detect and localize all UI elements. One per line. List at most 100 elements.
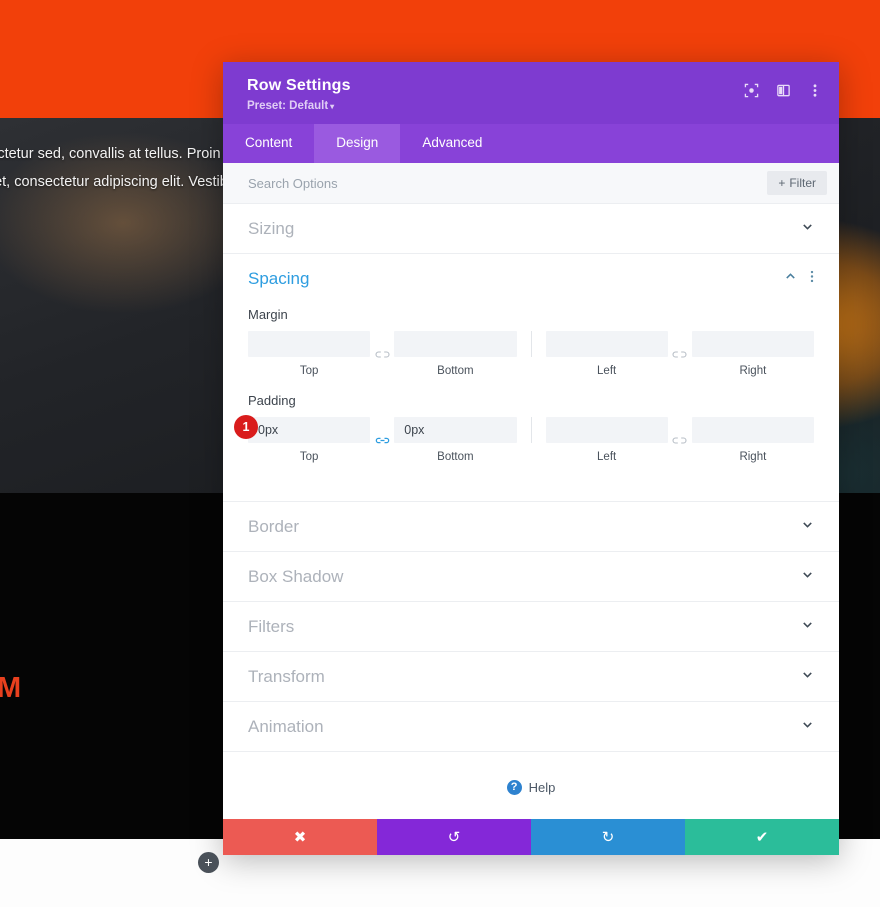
section-box-shadow-header[interactable]: Box Shadow (248, 552, 814, 601)
preset-selector[interactable]: Preset: Default ▾ (247, 100, 351, 112)
chevron-down-icon[interactable] (801, 668, 814, 686)
padding-top-label: Top (299, 451, 319, 463)
split-view-icon[interactable] (775, 82, 791, 98)
margin-right-input[interactable] (691, 331, 814, 357)
link-padding-horizontal-icon[interactable] (668, 427, 692, 453)
section-animation-header[interactable]: Animation (248, 702, 814, 751)
section-spacing-title: Spacing (248, 268, 310, 288)
section-spacing: Spacing Margin Top Bottom Left Right Pad… (223, 254, 839, 502)
section-box-shadow-icons (801, 568, 814, 586)
margin-divider (530, 331, 532, 357)
section-animation-title: Animation (248, 716, 324, 736)
modal-tabs: Content Design Advanced (223, 124, 839, 163)
cancel-button[interactable]: ✖ (223, 819, 377, 855)
padding-top-input[interactable] (248, 417, 371, 443)
link-padding-vertical-icon[interactable] (370, 427, 394, 453)
redo-button[interactable]: ↻ (531, 819, 685, 855)
focus-icon[interactable] (743, 82, 759, 98)
section-border-title: Border (248, 516, 300, 536)
section-options-icon[interactable] (810, 270, 814, 288)
section-animation: Animation (223, 702, 839, 752)
hero-text-line-1: sectetur sed, convallis at tellus. Proin (0, 146, 221, 162)
chevron-down-icon[interactable] (801, 568, 814, 586)
preset-label: Preset: Default (247, 100, 329, 112)
search-input[interactable] (248, 175, 596, 191)
modal-header-icons (743, 82, 823, 98)
section-sizing-header[interactable]: Sizing (248, 204, 814, 253)
more-options-icon[interactable] (807, 82, 823, 98)
add-module-button[interactable]: + (198, 852, 219, 873)
filter-button-label: Filter (789, 176, 816, 190)
background-cta-text: OM (0, 672, 22, 704)
tab-design[interactable]: Design (314, 124, 401, 163)
chevron-down-icon[interactable] (801, 220, 814, 238)
section-border-icons (801, 518, 814, 536)
section-transform-header[interactable]: Transform (248, 652, 814, 701)
padding-pair-vertical: Top Bottom (248, 417, 517, 463)
margin-top-input[interactable] (248, 331, 371, 357)
section-filters-header[interactable]: Filters (248, 602, 814, 651)
modal-body: Sizing Spacing Margin Top Bottom Left Ri… (223, 204, 839, 819)
section-spacing-body: Margin Top Bottom Left Right Padding 1 0… (234, 303, 814, 501)
page-root: sectetur sed, convallis at tellus. Proin… (0, 0, 880, 907)
plus-icon: + (778, 176, 786, 190)
padding-left-input[interactable] (545, 417, 668, 443)
undo-button[interactable]: ↺ (377, 819, 531, 855)
chevron-down-icon[interactable] (801, 518, 814, 536)
margin-bottom-field: Bottom (394, 331, 517, 377)
padding-modified-badge: 1 (234, 415, 258, 439)
filter-button[interactable]: + Filter (767, 171, 827, 195)
section-filters-title: Filters (248, 616, 295, 636)
margin-right-field: Right (691, 331, 814, 377)
chevron-down-icon[interactable] (801, 718, 814, 736)
section-box-shadow-title: Box Shadow (248, 566, 344, 586)
link-margin-horizontal-icon[interactable] (668, 341, 692, 367)
margin-left-label: Left (597, 365, 617, 377)
margin-top-label: Top (299, 365, 319, 377)
save-button[interactable]: ✔ (685, 819, 839, 855)
padding-label: Padding (248, 393, 296, 408)
margin-bottom-input[interactable] (394, 331, 517, 357)
modal-footer: ✖ ↺ ↻ ✔ (223, 819, 839, 855)
padding-divider (530, 417, 532, 443)
section-animation-icons (801, 718, 814, 736)
help-row: ? Help (223, 752, 839, 819)
section-transform-title: Transform (248, 666, 325, 686)
search-bar: +Filter (223, 163, 839, 204)
modal-header: Row Settings Preset: Default ▾ (223, 62, 839, 124)
help-link[interactable]: Help (529, 780, 556, 795)
modal-title: Row Settings (247, 77, 351, 94)
margin-row: Top Bottom Left Right (248, 331, 814, 377)
section-sizing: Sizing (223, 204, 839, 254)
hero-text-line-2: met, consectetur adipiscing elit. Vestib… (0, 174, 232, 190)
margin-label: Margin (248, 307, 288, 322)
chevron-up-icon[interactable] (784, 270, 797, 288)
section-box-shadow: Box Shadow (223, 552, 839, 602)
margin-left-field: Left (545, 331, 668, 377)
margin-right-label: Right (739, 365, 767, 377)
link-margin-vertical-icon[interactable] (370, 341, 394, 367)
section-filters: Filters (223, 602, 839, 652)
background-hero-text: sectetur sed, convallis at tellus. Proin… (0, 140, 232, 196)
tab-advanced[interactable]: Advanced (400, 124, 504, 163)
padding-left-field: Left (545, 417, 668, 463)
padding-right-label: Right (739, 451, 767, 463)
padding-row: 1 Top (234, 415, 814, 463)
padding-pair-horizontal: Left Right (545, 417, 814, 463)
section-spacing-header[interactable]: Spacing (248, 254, 814, 303)
margin-pair-horizontal: Left Right (545, 331, 814, 377)
section-transform: Transform (223, 652, 839, 702)
section-border: Border (223, 502, 839, 552)
section-filters-icons (801, 618, 814, 636)
padding-bottom-field: Bottom (394, 417, 517, 463)
padding-top-field: Top (248, 417, 371, 463)
padding-bottom-input[interactable] (394, 417, 517, 443)
padding-right-input[interactable] (691, 417, 814, 443)
section-spacing-icons (784, 270, 814, 288)
margin-left-input[interactable] (545, 331, 668, 357)
section-border-header[interactable]: Border (248, 502, 814, 551)
section-sizing-icons (801, 220, 814, 238)
tab-content[interactable]: Content (223, 124, 314, 163)
padding-bottom-label: Bottom (437, 451, 474, 463)
chevron-down-icon[interactable] (801, 618, 814, 636)
